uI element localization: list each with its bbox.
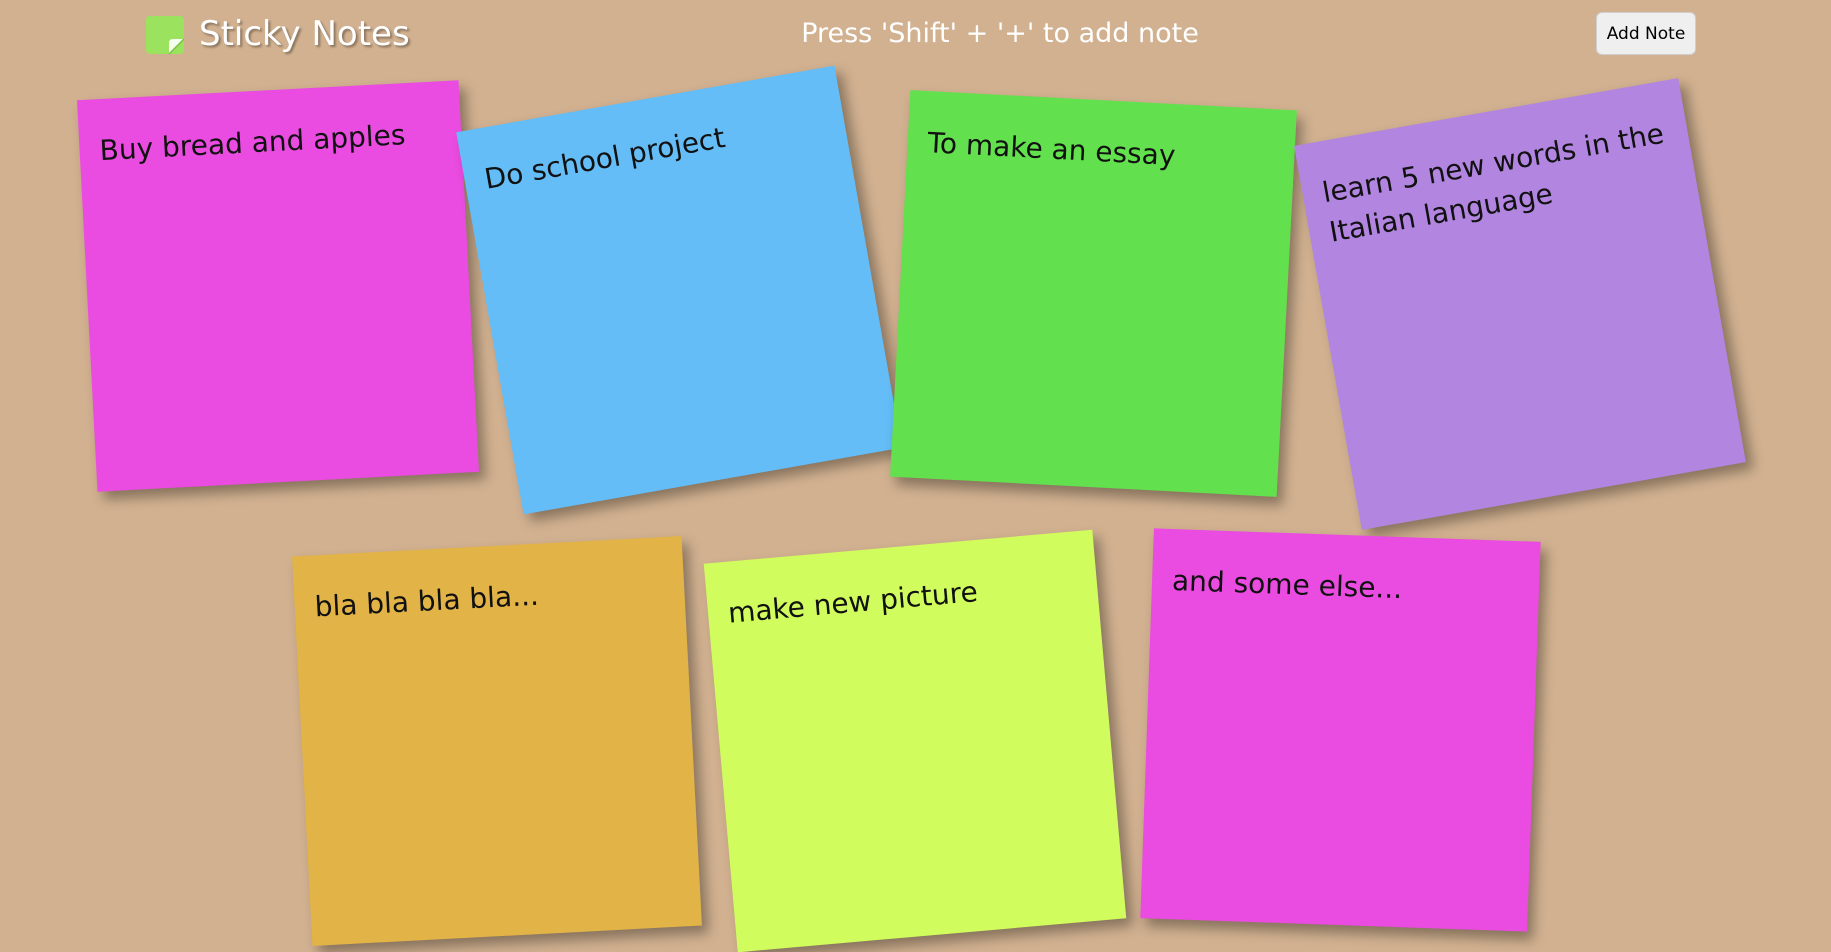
app-header: Sticky Notes Press 'Shift' + '+' to add … bbox=[0, 0, 1831, 70]
note-text[interactable]: To make an essay bbox=[927, 126, 1176, 172]
sticky-note[interactable]: and some else... bbox=[1140, 528, 1541, 932]
sticky-note[interactable]: bla bla bla bla... bbox=[292, 536, 702, 946]
shortcut-hint: Press 'Shift' + '+' to add note bbox=[801, 18, 1199, 49]
sticky-note[interactable]: Do school project bbox=[456, 65, 902, 515]
sticky-note[interactable]: To make an essay bbox=[890, 90, 1297, 497]
note-text[interactable]: bla bla bla bla... bbox=[314, 579, 540, 624]
note-text[interactable]: make new picture bbox=[727, 575, 979, 630]
sticky-note[interactable]: learn 5 new words in the Italian languag… bbox=[1294, 78, 1746, 530]
note-text[interactable]: Buy bread and apples bbox=[99, 118, 406, 167]
add-note-button[interactable]: Add Note bbox=[1596, 12, 1696, 55]
note-text[interactable]: learn 5 new words in the Italian languag… bbox=[1320, 117, 1666, 249]
note-text[interactable]: and some else... bbox=[1172, 564, 1403, 605]
sticky-note[interactable]: make new picture bbox=[703, 529, 1127, 952]
sticky-note[interactable]: Buy bread and apples bbox=[77, 80, 479, 492]
note-text[interactable]: Do school project bbox=[482, 121, 727, 196]
